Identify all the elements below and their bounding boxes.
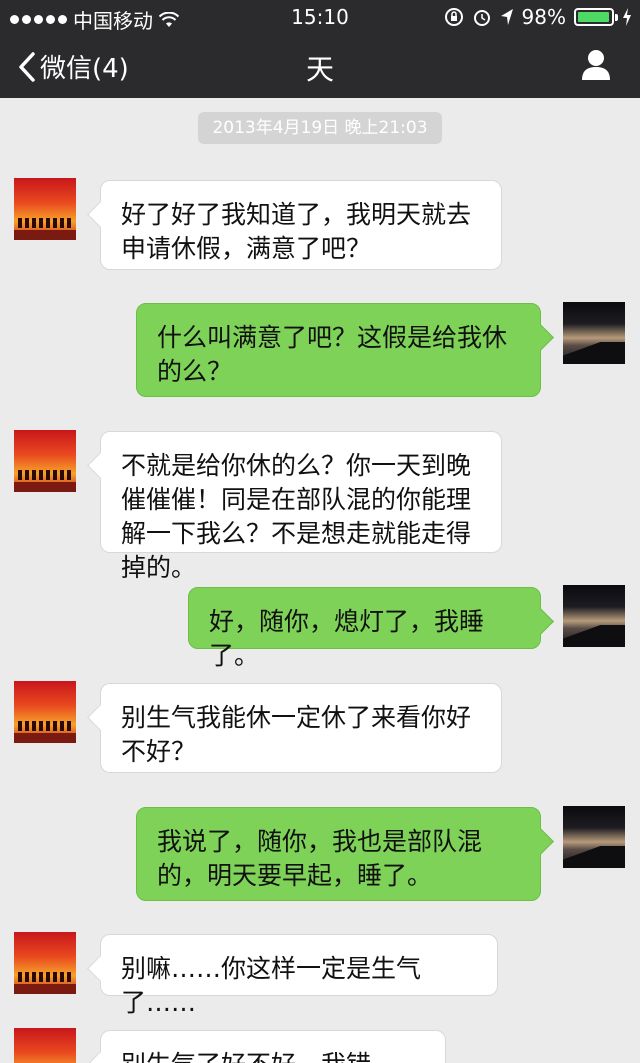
message-text: 别生气了好不好，我错了…… [121, 1050, 371, 1063]
incoming-message-bubble[interactable]: 别生气我能休一定休了来看你好不好？ [100, 683, 502, 773]
outgoing-message-bubble[interactable]: 什么叫满意了吧？这假是给我休的么？ [136, 303, 541, 397]
incoming-message-bubble[interactable]: 别生气了好不好，我错了…… [100, 1030, 446, 1063]
contact-avatar[interactable] [14, 932, 76, 994]
charging-icon [623, 8, 631, 26]
battery-icon [574, 8, 618, 26]
status-right: 98% [444, 5, 632, 29]
contact-avatar[interactable] [14, 1028, 76, 1063]
contact-avatar[interactable] [14, 178, 76, 240]
profile-icon[interactable] [580, 48, 612, 82]
message-text: 好了好了我知道了，我明天就去申请休假，满意了吧？ [121, 200, 472, 263]
message-timestamp: 2013年4月19日 晚上21:03 [198, 112, 442, 144]
status-bar: 中国移动 15:10 98% [0, 0, 640, 34]
message-text: 好，随你，熄灯了，我睡了。 [209, 607, 485, 670]
my-avatar[interactable] [563, 806, 625, 868]
message-text: 什么叫满意了吧？这假是给我休的么？ [157, 323, 508, 386]
contact-avatar[interactable] [14, 430, 76, 492]
my-avatar[interactable] [563, 585, 625, 647]
message-text: 我说了，随你，我也是部队混的，明天要早起，睡了。 [157, 827, 483, 890]
location-icon [500, 9, 513, 25]
battery-fill [578, 12, 610, 22]
outgoing-message-bubble[interactable]: 我说了，随你，我也是部队混的，明天要早起，睡了。 [136, 807, 541, 901]
outgoing-message-bubble[interactable]: 好，随你，熄灯了，我睡了。 [188, 587, 541, 670]
incoming-message-bubble[interactable]: 别嘛……你这样一定是生气了…… [100, 934, 498, 1017]
incoming-message-bubble[interactable]: 不就是给你休的么？你一天到晚催催催！同是在部队混的你能理解一下我么？不是想走就能… [100, 431, 502, 582]
message-text: 不就是给你休的么？你一天到晚催催催！同是在部队混的你能理解一下我么？不是想走就能… [121, 451, 472, 582]
contact-avatar[interactable] [14, 681, 76, 743]
alarm-icon [473, 10, 490, 26]
chat-title: 天 [305, 53, 334, 86]
my-avatar[interactable] [563, 302, 625, 364]
message-text: 别嘛……你这样一定是生气了…… [121, 954, 422, 1017]
battery-percent: 98% [521, 5, 566, 29]
message-text: 别生气我能休一定休了来看你好不好？ [121, 703, 472, 766]
chat-header: 微信(4) 天 [0, 34, 640, 98]
rotation-lock-icon [444, 8, 463, 26]
incoming-message-bubble[interactable]: 好了好了我知道了，我明天就去申请休假，满意了吧？ [100, 180, 502, 270]
